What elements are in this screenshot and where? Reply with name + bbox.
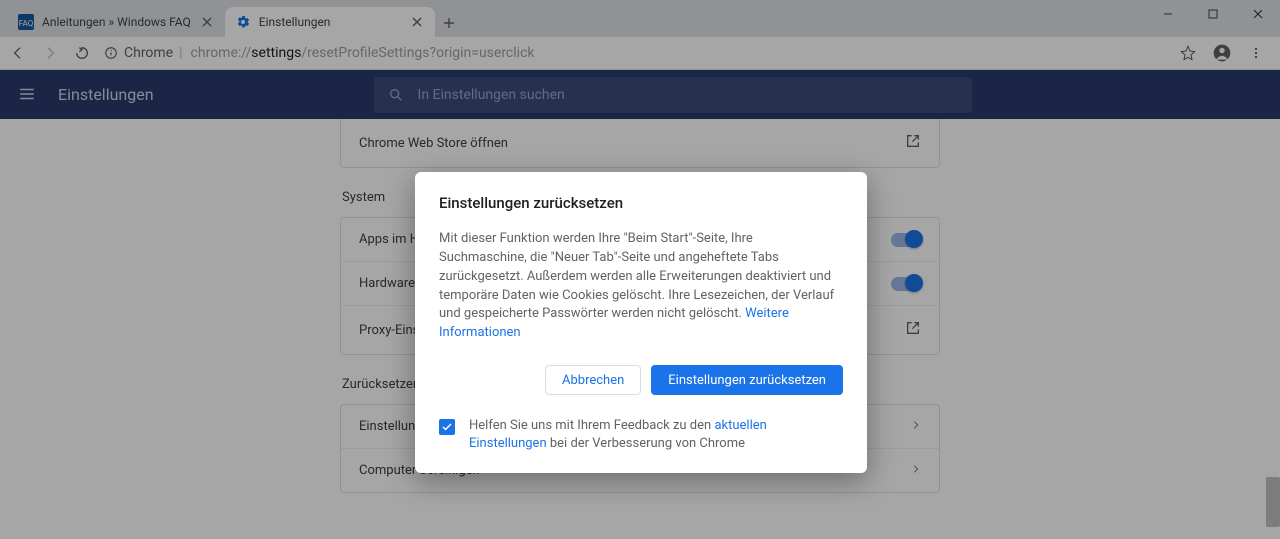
- feedback-checkbox[interactable]: [439, 419, 455, 435]
- cancel-button[interactable]: Abbrechen: [545, 365, 641, 395]
- confirm-reset-button[interactable]: Einstellungen zurücksetzen: [651, 365, 843, 395]
- dialog-title: Einstellungen zurücksetzen: [439, 194, 843, 212]
- dialog-body: Mit dieser Funktion werden Ihre "Beim St…: [439, 230, 843, 343]
- reset-dialog: Einstellungen zurücksetzen Mit dieser Fu…: [415, 172, 867, 473]
- feedback-text: Helfen Sie uns mit Ihrem Feedback zu den…: [469, 417, 843, 453]
